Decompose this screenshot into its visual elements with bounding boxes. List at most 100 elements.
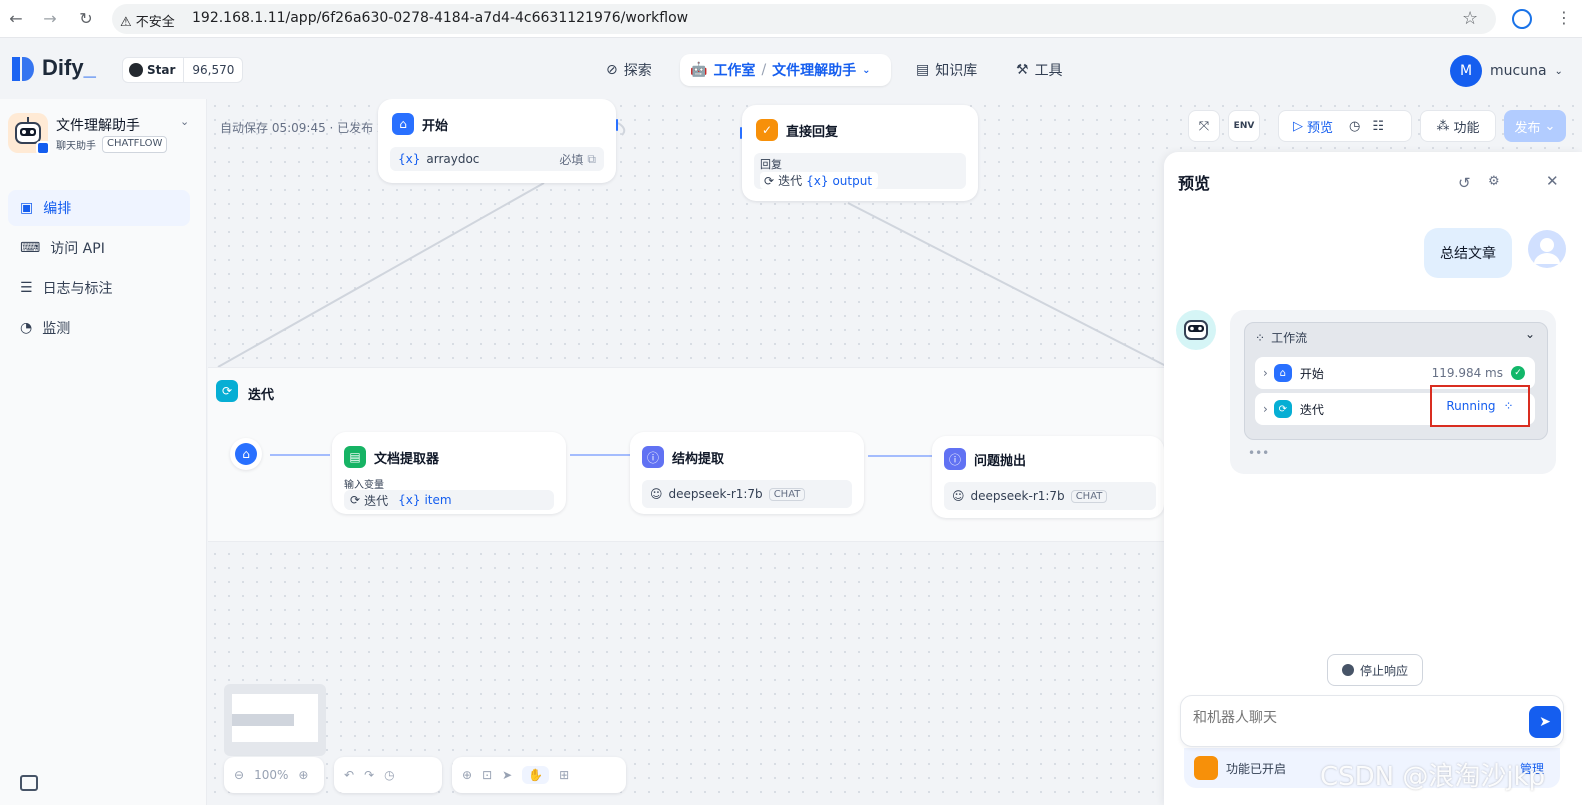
user-message: 总结文章 bbox=[1424, 228, 1512, 278]
loop-icon: ⟳ bbox=[350, 493, 361, 507]
input-variable-field[interactable]: ⟳ 迭代 {x} item bbox=[344, 490, 554, 510]
avatar[interactable]: M bbox=[1450, 55, 1482, 87]
output-handle[interactable] bbox=[616, 119, 618, 131]
robot-icon: 🤖 bbox=[690, 62, 708, 78]
zoom-in-icon[interactable]: ⊕ bbox=[298, 768, 308, 782]
preview-button[interactable]: ▷ 预览 ◷ ☷ bbox=[1278, 110, 1412, 142]
nav-explore[interactable]: ⊘ 探索 bbox=[596, 54, 662, 86]
variables-icon[interactable]: ⚙ bbox=[1488, 174, 1500, 189]
loop-icon: ⟳ bbox=[764, 173, 775, 188]
doc-extractor-node[interactable]: ▤ 文档提取器 输入变量 ⟳ 迭代 {x} item bbox=[332, 432, 566, 514]
redo-icon[interactable]: ↷ bbox=[364, 768, 374, 782]
app-title[interactable]: 文件理解助手 bbox=[56, 115, 140, 135]
insecure-indicator[interactable]: ⚠ 不安全 bbox=[120, 11, 175, 30]
env-button[interactable]: ENV bbox=[1228, 110, 1260, 142]
variable-icon: {x} bbox=[806, 173, 829, 188]
checklist-icon[interactable]: ⤧ bbox=[1188, 110, 1220, 142]
chevron-down-icon[interactable]: ⌄ bbox=[862, 65, 870, 76]
model-field[interactable]: ☺ deepseek-r1:7b CHAT bbox=[642, 480, 852, 508]
hand-icon[interactable]: ✋ bbox=[522, 766, 550, 784]
publish-button[interactable]: 发布 ⌄ bbox=[1504, 110, 1566, 142]
add-note-icon[interactable]: ⊡ bbox=[482, 768, 492, 782]
sidebar-item-label: 访问 API bbox=[50, 241, 105, 257]
forward-icon[interactable]: → bbox=[40, 9, 60, 29]
history-icon[interactable]: ◷ bbox=[384, 768, 394, 782]
collapse-sidebar-icon[interactable] bbox=[20, 775, 38, 791]
variable-icon: {x} bbox=[398, 152, 421, 166]
start-variable-field[interactable]: {x} arraydoc 必填 ⧉ bbox=[390, 147, 604, 171]
nav-knowledge[interactable]: ▤ 知识库 bbox=[906, 54, 987, 86]
address-bar[interactable]: ⚠ 不安全 192.168.1.11/app/6f26a630-0278-418… bbox=[112, 4, 1496, 34]
start-node[interactable]: ⌂ 开始 {x} arraydoc 必填 ⧉ bbox=[378, 99, 618, 183]
pointer-icon[interactable]: ➤ bbox=[502, 768, 512, 782]
history-control: ↶ ↷ ◷ bbox=[334, 757, 442, 793]
stop-response-button[interactable]: 停止响应 bbox=[1327, 654, 1423, 686]
elapsed-time: 119.984 ms bbox=[1431, 366, 1503, 380]
sidebar-item-monitor[interactable]: ◔ 监测 bbox=[8, 310, 190, 346]
model-mode-tag: CHAT bbox=[1070, 489, 1108, 503]
close-icon[interactable]: ✕ bbox=[1546, 172, 1559, 190]
features-icon bbox=[1194, 756, 1218, 780]
home-icon: ⌂ bbox=[1273, 364, 1292, 382]
chat-input-box[interactable]: ➤ bbox=[1180, 695, 1564, 747]
env-label: ENV bbox=[1233, 121, 1255, 131]
struct-extract-node[interactable]: ⓘ 结构提取 ☺ deepseek-r1:7b CHAT bbox=[630, 432, 864, 514]
menu-dots-icon[interactable]: ⋮ bbox=[1556, 8, 1572, 27]
file-list-icon: ☰ bbox=[20, 280, 33, 296]
zoom-out-icon[interactable]: ⊖ bbox=[234, 768, 244, 782]
loop-icon: ⟳ bbox=[1273, 400, 1292, 418]
nav-tools[interactable]: ⚒ 工具 bbox=[1006, 54, 1073, 86]
grid-icon: ⁂ bbox=[1436, 118, 1450, 134]
input-handle[interactable] bbox=[740, 127, 742, 139]
sidebar-item-label: 编排 bbox=[43, 201, 72, 217]
reload-icon[interactable]: ↻ bbox=[76, 9, 96, 29]
url-text[interactable]: 192.168.1.11/app/6f26a630-0278-4184-a7d4… bbox=[192, 10, 688, 26]
features-button[interactable]: ⁂ 功能 bbox=[1420, 110, 1496, 142]
edge-line bbox=[570, 454, 630, 456]
breadcrumb-separator: / bbox=[761, 62, 767, 78]
iteration-start-node[interactable]: ⌂ bbox=[230, 438, 262, 470]
back-icon[interactable]: ← bbox=[6, 9, 26, 29]
chevron-down-icon: ⌄ bbox=[1554, 65, 1563, 77]
nav-studio[interactable]: 🤖 工作室 / 文件理解助手 ⌄ bbox=[680, 54, 891, 86]
sidebar-item-orchestrate[interactable]: ▣ 编排 bbox=[8, 190, 190, 226]
nav-studio-label[interactable]: 工作室 bbox=[713, 60, 755, 80]
sidebar-item-api[interactable]: ⌨ 访问 API bbox=[8, 230, 190, 266]
chevron-down-icon: ⌄ bbox=[1544, 118, 1556, 134]
preview-label: 预览 bbox=[1307, 120, 1334, 136]
app-header: Dify_ Star 96,570 ⊘ 探索 🤖 工作室 / 文件理解助手 ⌄ ▤… bbox=[0, 39, 1582, 99]
running-status: Running bbox=[1446, 399, 1496, 413]
undo-icon[interactable]: ↶ bbox=[344, 768, 354, 782]
nav-tools-label: 工具 bbox=[1034, 63, 1063, 79]
send-icon[interactable]: ➤ bbox=[1529, 706, 1561, 738]
restart-icon[interactable]: ↺ bbox=[1458, 174, 1471, 192]
row-node-name: 迭代 bbox=[1299, 402, 1324, 417]
chevron-down-icon[interactable]: ⌄ bbox=[180, 115, 189, 128]
workflow-process-card[interactable]: ⁘ 工作流 ⌄ › ⌂ 开始 119.984 ms ✓ › ⟳ 迭代 Runnin… bbox=[1244, 322, 1548, 440]
question-out-node[interactable]: ⓘ 问题抛出 ☺ deepseek-r1:7b CHAT bbox=[932, 436, 1164, 518]
variable-name: item bbox=[424, 493, 452, 507]
app-switcher[interactable]: 文件理解助手 bbox=[772, 60, 856, 80]
run-history-icon[interactable]: ◷ bbox=[1349, 119, 1360, 134]
iteration-node[interactable]: ⟳ 迭代 ⌂ ▤ 文档提取器 输入变量 ⟳ 迭代 {x} item ⓘ 结构提取 ☺… bbox=[208, 367, 1168, 542]
chat-input[interactable] bbox=[1193, 710, 1503, 726]
answer-content-field[interactable]: 回复 ⟳ 迭代 {x} output bbox=[754, 153, 966, 189]
organize-icon[interactable]: ⊞ bbox=[559, 768, 569, 782]
user-menu[interactable]: M mucuna ⌄ bbox=[1450, 55, 1563, 87]
terminal-icon: ⌨ bbox=[20, 240, 41, 256]
app-sidebar: 文件理解助手 ⌄ 聊天助手 CHATFLOW ▣ 编排 ⌨ 访问 API ☰ 日志与标… bbox=[0, 99, 207, 805]
github-star-button[interactable]: Star 96,570 bbox=[122, 57, 244, 83]
bookmark-star-icon[interactable]: ☆ bbox=[1462, 8, 1478, 29]
play-icon: ▷ bbox=[1293, 118, 1303, 134]
add-node-icon[interactable]: ⊕ bbox=[462, 768, 472, 782]
dify-logo-text[interactable]: Dify_ bbox=[42, 55, 96, 81]
checklist-list-icon[interactable]: ☷ bbox=[1372, 119, 1384, 134]
model-field[interactable]: ☺ deepseek-r1:7b CHAT bbox=[944, 482, 1156, 510]
answer-node[interactable]: ✓ 直接回复 回复 ⟳ 迭代 {x} output bbox=[740, 105, 978, 201]
profile-icon[interactable] bbox=[1512, 9, 1532, 29]
minimap[interactable] bbox=[224, 684, 326, 756]
zoom-control[interactable]: ⊖ 100% ⊕ bbox=[224, 757, 324, 793]
canvas-tools: ⊕ ⊡ ➤ ✋ ⊞ bbox=[452, 757, 626, 793]
chevron-down-icon[interactable]: ⌄ bbox=[1525, 327, 1535, 341]
sidebar-item-logs[interactable]: ☰ 日志与标注 bbox=[8, 270, 190, 306]
